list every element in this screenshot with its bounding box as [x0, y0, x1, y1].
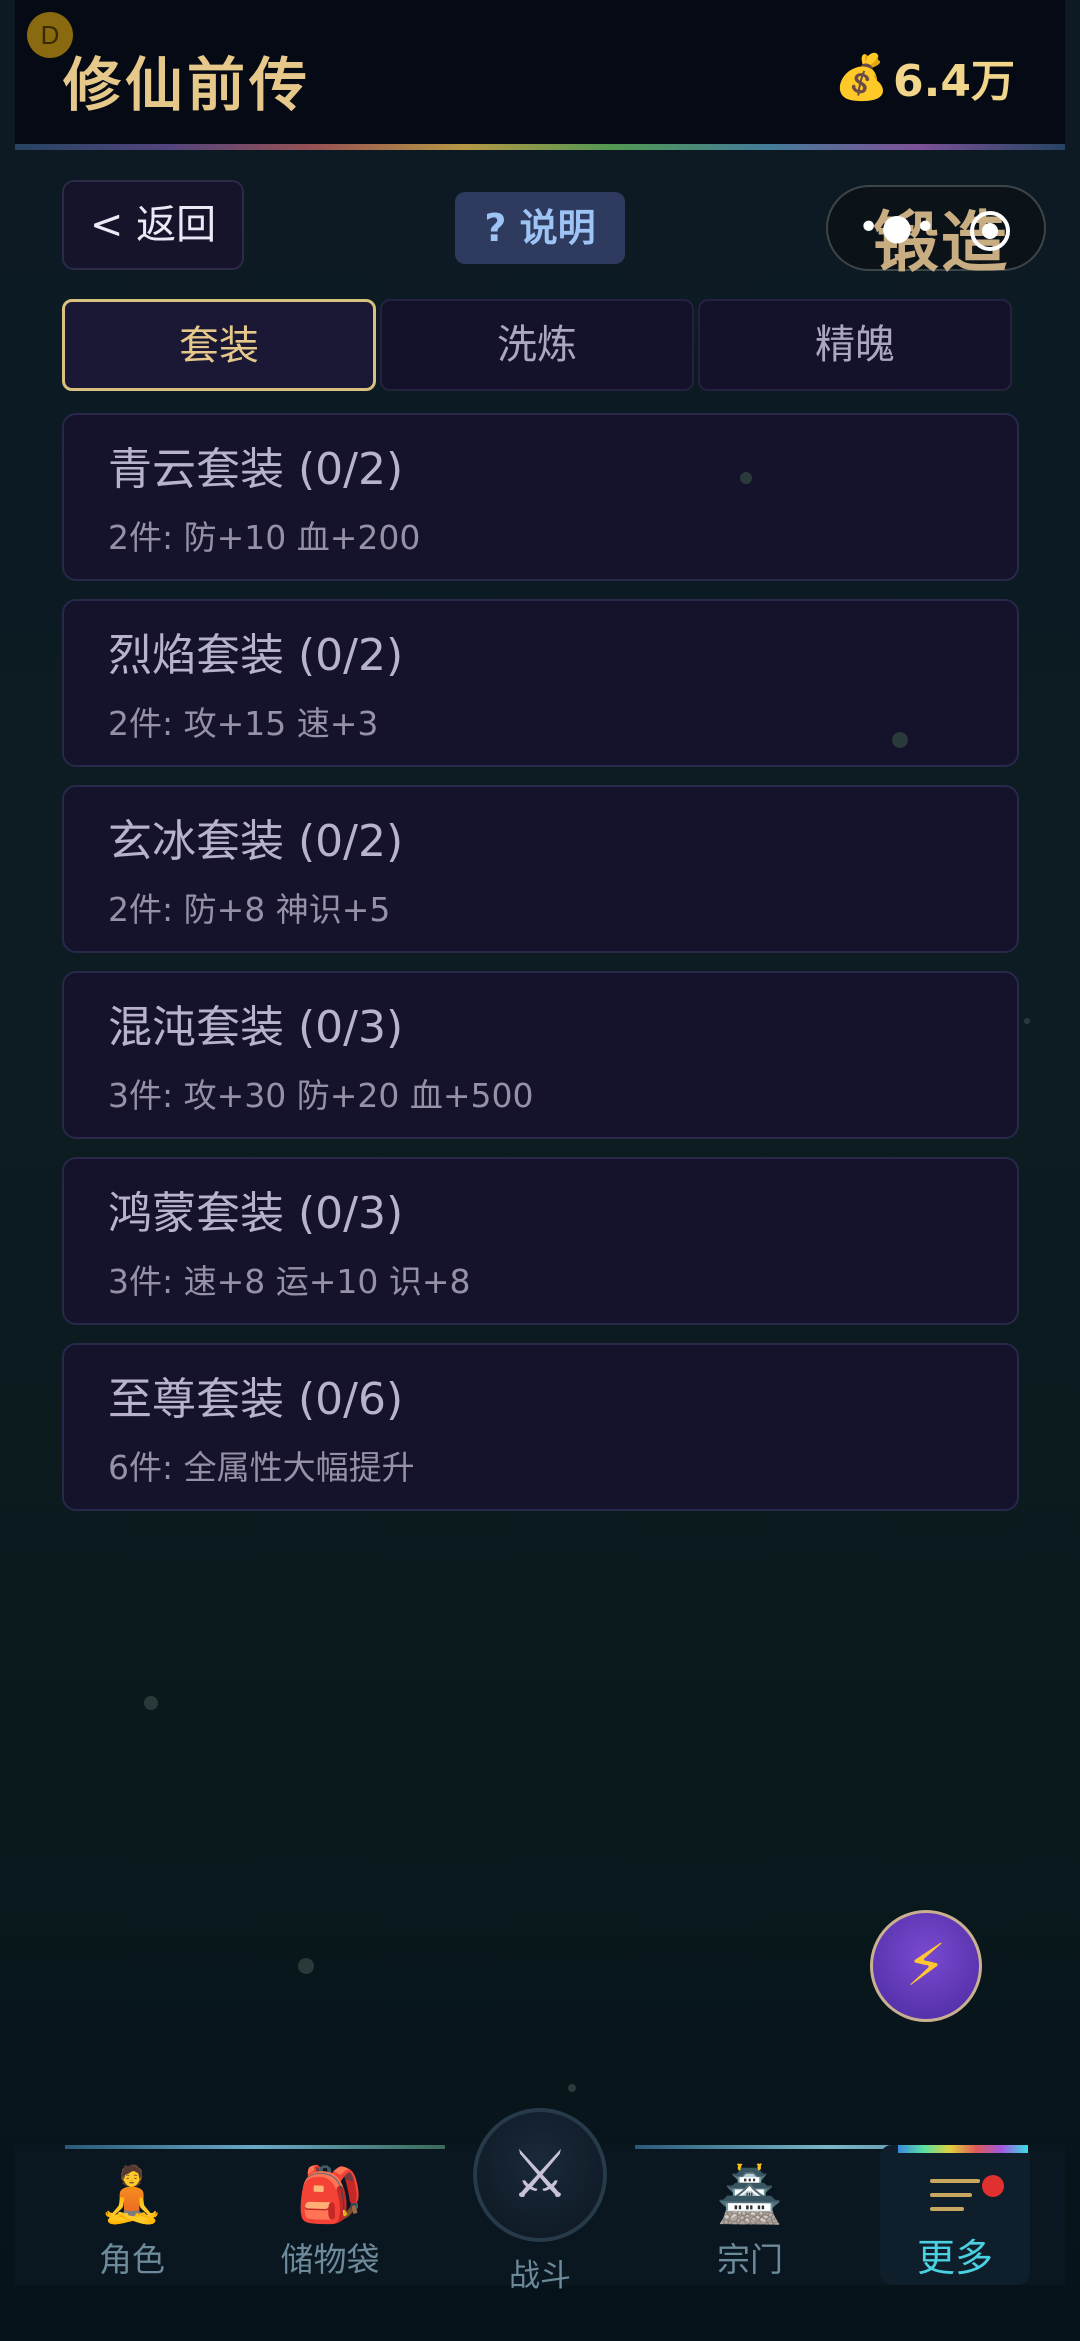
close-target-icon[interactable] [970, 211, 1010, 251]
tab-sets[interactable]: 套装 [62, 299, 376, 391]
set-name: 青云套装 (0/2) [108, 444, 404, 495]
battle-button[interactable]: ⚔ [473, 2108, 607, 2242]
set-card[interactable]: 玄冰套装 (0/2) 2件: 防+8 神识+5 [62, 785, 1019, 953]
set-card[interactable]: 鸿蒙套装 (0/3) 3件: 速+8 运+10 识+8 [62, 1157, 1019, 1325]
set-bonus: 3件: 攻+30 防+20 血+500 [108, 1076, 534, 1115]
set-name: 混沌套装 (0/3) [108, 1002, 404, 1053]
set-card[interactable]: 烈焰套装 (0/2) 2件: 攻+15 速+3 [62, 599, 1019, 767]
set-bonus: 2件: 防+10 血+200 [108, 518, 421, 557]
help-button[interactable]: ? 说明 [455, 192, 625, 264]
lightning-icon: ⚡ [905, 1931, 947, 1999]
set-name: 玄冰套装 (0/2) [108, 816, 404, 867]
page-title: 修仙前传 [63, 51, 312, 119]
nav-item-sect[interactable]: 🏯 宗门 [675, 2163, 825, 2280]
particle [144, 1696, 158, 1710]
set-card[interactable]: 混沌套装 (0/3) 3件: 攻+30 防+20 血+500 [62, 971, 1019, 1139]
set-card[interactable]: 至尊套装 (0/6) 6件: 全属性大幅提升 [62, 1343, 1019, 1511]
nav-label: 角色 [99, 2240, 165, 2279]
nav-item-storage-bag[interactable]: 🎒 储物袋 [255, 2163, 405, 2280]
coin-balance: 💰 6.4万 [834, 45, 1015, 109]
nav-item-character[interactable]: 🧘 角色 [57, 2163, 207, 2280]
particle [298, 1958, 314, 1974]
money-bag-icon: 💰 [834, 52, 890, 103]
active-indicator [898, 2145, 1028, 2153]
battle-label: 战斗 [509, 2258, 571, 2294]
tab-refine[interactable]: 洗炼 [380, 299, 694, 391]
mini-program-capsule: 锻造 •●• [826, 185, 1046, 281]
nav-label: 宗门 [717, 2240, 783, 2279]
lightning-button[interactable]: ⚡ [870, 1910, 982, 2022]
set-bonus: 6件: 全属性大幅提升 [108, 1448, 415, 1487]
header-divider [15, 144, 1065, 150]
more-dots-icon[interactable]: •●• [858, 210, 938, 246]
set-bonus: 2件: 防+8 神识+5 [108, 890, 391, 929]
back-button[interactable]: < 返回 [62, 180, 244, 270]
nav-label: 更多 [916, 2236, 993, 2280]
temple-icon: 🏯 [716, 2163, 784, 2226]
particle [1024, 1018, 1030, 1024]
menu-icon [930, 2179, 980, 2219]
meditating-figure-icon: 🧘 [98, 2163, 166, 2226]
set-card[interactable]: 青云套装 (0/2) 2件: 防+10 血+200 [62, 413, 1019, 581]
tab-bar: 套装 洗炼 精魄 [62, 299, 1012, 391]
coin-amount: 6.4万 [893, 56, 1015, 107]
set-name: 鸿蒙套装 (0/3) [108, 1188, 404, 1239]
storage-bag-icon: 🎒 [296, 2163, 364, 2226]
crossed-swords-icon: ⚔ [510, 2136, 570, 2213]
set-bonus: 3件: 速+8 运+10 识+8 [108, 1262, 471, 1301]
set-name: 烈焰套装 (0/2) [108, 630, 404, 681]
particle [892, 732, 908, 748]
particle [740, 472, 752, 484]
tab-essence[interactable]: 精魄 [698, 299, 1012, 391]
set-bonus: 2件: 攻+15 速+3 [108, 704, 379, 743]
nav-label: 储物袋 [280, 2240, 380, 2279]
nav-item-more[interactable]: 更多 [880, 2145, 1030, 2285]
notification-dot [982, 2175, 1004, 2197]
set-name: 至尊套装 (0/6) [108, 1374, 404, 1425]
particle [568, 2084, 576, 2092]
nav-divider-left [65, 2145, 445, 2149]
